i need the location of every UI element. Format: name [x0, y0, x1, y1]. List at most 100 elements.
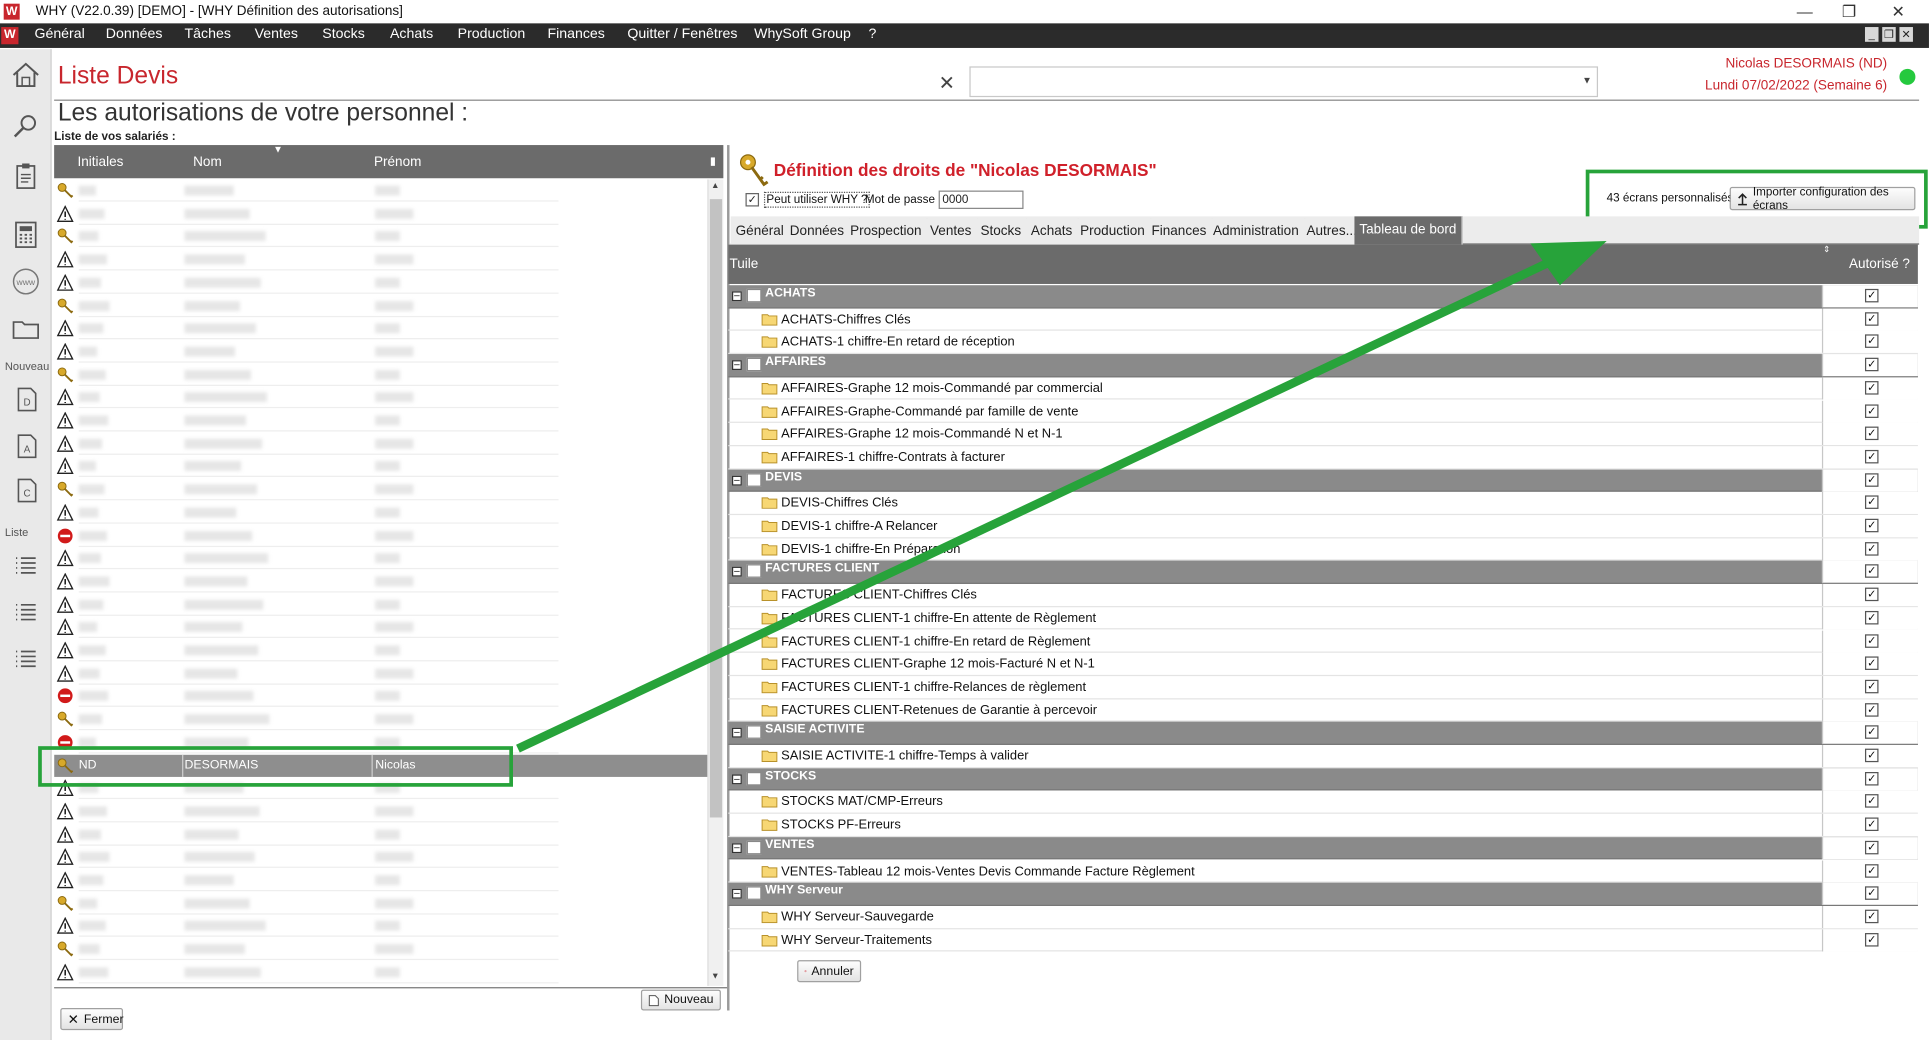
collapse-icon[interactable]: – — [731, 291, 742, 302]
employee-row[interactable] — [54, 363, 708, 386]
column-nom[interactable]: Nom — [193, 155, 222, 170]
tab-general[interactable]: Général — [730, 218, 790, 245]
employee-row[interactable] — [54, 593, 708, 616]
authorized-checkbox[interactable]: ✓ — [1864, 495, 1879, 510]
mdi-minimize-button[interactable]: _ — [1864, 27, 1879, 42]
rights-item-row[interactable]: AFFAIRES-1 chiffre-Contrats à facturer ✓ — [728, 446, 1918, 470]
restore-button[interactable]: ❐ — [1828, 0, 1870, 23]
authorized-checkbox[interactable]: ✓ — [1864, 679, 1879, 694]
rights-group-row[interactable]: – FACTURES CLIENT ✓ — [728, 561, 1918, 585]
nouveau-button[interactable]: Nouveau — [640, 989, 721, 1011]
collapse-icon[interactable]: – — [731, 567, 742, 578]
authorized-checkbox[interactable]: ✓ — [1864, 288, 1879, 303]
tab-production[interactable]: Production — [1075, 218, 1151, 245]
group-checkbox[interactable] — [746, 357, 762, 372]
menu-production[interactable]: Production — [458, 27, 526, 42]
employee-row[interactable] — [54, 938, 708, 961]
rights-item-row[interactable]: SAISIE ACTIVITE-1 chiffre-Temps à valide… — [728, 744, 1918, 768]
group-checkbox[interactable] — [746, 840, 762, 855]
rights-item-row[interactable]: STOCKS MAT/CMP-Erreurs ✓ — [728, 790, 1918, 814]
rights-group-row[interactable]: – VENTES ✓ — [728, 836, 1918, 860]
employee-row[interactable] — [54, 202, 708, 225]
rights-item-row[interactable]: FACTURES CLIENT-Chiffres Clés ✓ — [728, 584, 1918, 608]
tab-tableau-de-bord[interactable]: Tableau de bord — [1354, 216, 1463, 245]
collapse-icon[interactable]: – — [731, 888, 742, 899]
authorized-checkbox[interactable]: ✓ — [1864, 748, 1879, 763]
rights-item-row[interactable]: DEVIS-1 chiffre-A Relancer ✓ — [728, 515, 1918, 539]
home-icon[interactable] — [10, 59, 42, 91]
authorized-checkbox[interactable]: ✓ — [1864, 518, 1879, 533]
authorized-checkbox[interactable]: ✓ — [1864, 886, 1879, 901]
authorized-checkbox[interactable]: ✓ — [1864, 587, 1879, 602]
authorized-checkbox[interactable]: ✓ — [1864, 794, 1879, 809]
chevron-down-icon[interactable]: ▼ — [1582, 75, 1592, 86]
new-document-d-icon[interactable]: D — [10, 384, 42, 416]
menu-whysoft-group[interactable]: WhySoft Group — [754, 27, 851, 42]
can-use-label[interactable]: Peut utiliser WHY ? — [763, 191, 871, 208]
menu-help[interactable]: ? — [869, 27, 877, 42]
employee-row[interactable] — [54, 478, 708, 501]
authorized-checkbox[interactable]: ✓ — [1864, 633, 1879, 648]
employees-scroll-thumb[interactable] — [709, 199, 723, 818]
menu-finances[interactable]: Finances — [547, 27, 604, 42]
column-settings-icon[interactable]: ▮ — [710, 155, 716, 169]
folder-icon[interactable] — [10, 312, 42, 344]
rights-item-row[interactable]: DEVIS-1 chiffre-En Préparation ✓ — [728, 538, 1918, 562]
column-prenom[interactable]: Prénom — [374, 155, 421, 170]
rights-group-row[interactable]: – DEVIS ✓ — [728, 469, 1918, 493]
employee-row[interactable] — [54, 823, 708, 846]
employee-row[interactable] — [54, 271, 708, 294]
mdi-close-button[interactable]: ✕ — [1899, 27, 1913, 42]
authorized-checkbox[interactable]: ✓ — [1864, 863, 1879, 878]
authorized-checkbox[interactable]: ✓ — [1864, 449, 1879, 464]
employee-row[interactable] — [54, 616, 708, 639]
close-window-button[interactable]: ✕ — [1877, 0, 1919, 23]
import-config-button[interactable]: Importer configuration des écrans — [1729, 185, 1916, 212]
authorized-checkbox[interactable]: ✓ — [1864, 311, 1879, 326]
password-field[interactable]: 0000 — [938, 190, 1024, 209]
search-icon[interactable] — [10, 111, 42, 143]
new-document-a-icon[interactable]: A — [10, 430, 42, 462]
rights-group-row[interactable]: – SAISIE ACTIVITE ✓ — [728, 721, 1918, 745]
rights-item-row[interactable]: FACTURES CLIENT-1 chiffre-En retard de R… — [728, 630, 1918, 653]
authorized-checkbox[interactable]: ✓ — [1864, 403, 1879, 418]
tab-stocks[interactable]: Stocks — [975, 218, 1028, 245]
authorized-checkbox[interactable]: ✓ — [1864, 334, 1879, 349]
group-checkbox[interactable] — [746, 771, 762, 786]
employee-row[interactable] — [54, 248, 708, 271]
annuler-button[interactable]: Annuler — [797, 960, 862, 983]
collapse-icon[interactable]: – — [731, 842, 742, 853]
rights-group-row[interactable]: – ACHATS ✓ — [728, 285, 1918, 309]
menu-quitter-fenetres[interactable]: Quitter / Fenêtres — [627, 27, 737, 42]
rights-group-row[interactable]: – WHY Serveur ✓ — [728, 882, 1918, 906]
employee-row[interactable] — [54, 800, 708, 823]
menu-achats[interactable]: Achats — [390, 27, 433, 42]
employee-row[interactable] — [54, 340, 708, 363]
group-checkbox[interactable] — [746, 472, 762, 487]
authorized-checkbox[interactable]: ✓ — [1864, 541, 1879, 556]
employee-row[interactable] — [54, 685, 708, 708]
rights-item-row[interactable]: WHY Serveur-Sauvegarde ✓ — [728, 905, 1918, 929]
collapse-icon[interactable]: – — [731, 727, 742, 738]
employee-row[interactable] — [54, 501, 708, 524]
menu-general[interactable]: Général — [34, 27, 84, 42]
tab-administration[interactable]: Administration — [1208, 218, 1305, 245]
rights-item-row[interactable]: FACTURES CLIENT-1 chiffre-Relances de rè… — [728, 675, 1918, 699]
menu-app-icon[interactable]: W — [1, 27, 19, 45]
employee-row[interactable] — [54, 225, 708, 248]
column-tuile[interactable]: Tuile — [730, 257, 759, 272]
employee-row[interactable] — [54, 317, 708, 340]
authorized-checkbox[interactable]: ✓ — [1864, 771, 1879, 786]
minimize-button[interactable]: — — [1784, 0, 1826, 23]
authorized-checkbox[interactable]: ✓ — [1864, 610, 1879, 625]
collapse-icon[interactable]: – — [731, 475, 742, 486]
employee-row[interactable] — [54, 386, 708, 409]
employee-row[interactable] — [54, 294, 708, 317]
authorized-checkbox[interactable]: ✓ — [1864, 817, 1879, 832]
rights-item-row[interactable]: FACTURES CLIENT-Graphe 12 mois-Facturé N… — [728, 652, 1918, 676]
scroll-down-icon[interactable]: ▼ — [711, 972, 720, 981]
employee-row[interactable] — [54, 915, 708, 938]
employee-row[interactable] — [54, 639, 708, 662]
sort-arrow-icon[interactable]: ▼ — [273, 144, 283, 155]
employee-row[interactable] — [54, 662, 708, 685]
